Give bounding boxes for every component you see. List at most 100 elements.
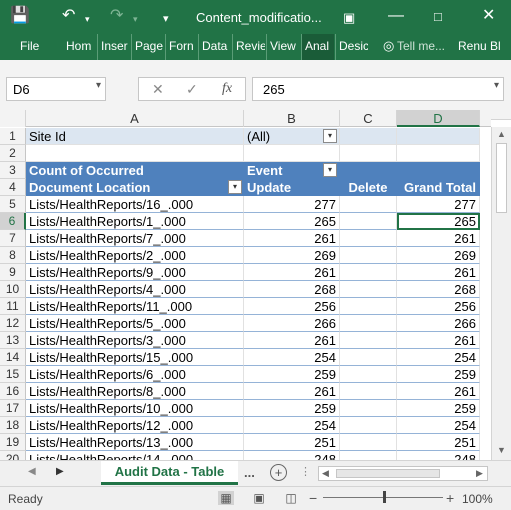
cell-c3[interactable]: [340, 162, 397, 179]
minimize-icon[interactable]: —: [388, 6, 404, 26]
scroll-down-icon[interactable]: ▼: [497, 445, 506, 455]
undo-dropdown-icon[interactable]: ▾: [85, 9, 90, 29]
row-header[interactable]: 4: [0, 179, 26, 196]
select-all-corner[interactable]: [0, 110, 26, 127]
insert-function-icon[interactable]: fx: [222, 81, 232, 97]
row-header[interactable]: 19: [0, 434, 26, 451]
cell-d19[interactable]: 251: [397, 434, 480, 451]
cell-c16[interactable]: [340, 383, 397, 400]
cell-d5[interactable]: 277: [397, 196, 480, 213]
cell-d10[interactable]: 268: [397, 281, 480, 298]
tab-analyze[interactable]: Anal: [301, 34, 334, 60]
row-header[interactable]: 11: [0, 298, 26, 315]
cell-d13[interactable]: 261: [397, 332, 480, 349]
cell-d7[interactable]: 261: [397, 230, 480, 247]
cell-d1[interactable]: [397, 128, 480, 145]
column-header-d[interactable]: D: [397, 110, 480, 127]
column-header-b[interactable]: B: [244, 110, 340, 127]
cell-c9[interactable]: [340, 264, 397, 281]
expand-formula-icon[interactable]: ▾: [494, 80, 499, 91]
row-header[interactable]: 14: [0, 349, 26, 366]
cell-a14[interactable]: Lists/HealthReports/15_.000: [26, 349, 244, 366]
cell-a8[interactable]: Lists/HealthReports/2_.000: [26, 247, 244, 264]
cell-d17[interactable]: 259: [397, 400, 480, 417]
cell-a12[interactable]: Lists/HealthReports/5_.000: [26, 315, 244, 332]
cell-d8[interactable]: 269: [397, 247, 480, 264]
cell-b15[interactable]: 259: [244, 366, 340, 383]
row-header[interactable]: 12: [0, 315, 26, 332]
cell-a3[interactable]: Count of Occurred: [26, 162, 244, 179]
more-sheets-button[interactable]: ...: [244, 465, 255, 480]
cell-d2[interactable]: [397, 145, 480, 162]
cell-c7[interactable]: [340, 230, 397, 247]
tab-home[interactable]: Hom: [63, 34, 94, 60]
cell-d11[interactable]: 256: [397, 298, 480, 315]
row-header[interactable]: 2: [0, 145, 26, 162]
tell-me-search[interactable]: Tell me...: [394, 34, 450, 60]
row-header[interactable]: 16: [0, 383, 26, 400]
cell-a20[interactable]: Lists/HealthReports/14_.000: [26, 451, 244, 460]
vertical-scrollbar[interactable]: ▲ ▼: [491, 127, 511, 460]
cancel-icon[interactable]: ✕: [152, 81, 164, 98]
row-header[interactable]: 13: [0, 332, 26, 349]
cell-b12[interactable]: 266: [244, 315, 340, 332]
page-layout-view-icon[interactable]: ▣: [251, 491, 267, 505]
cell-b14[interactable]: 254: [244, 349, 340, 366]
cell-a18[interactable]: Lists/HealthReports/12_.000: [26, 417, 244, 434]
tab-page-layout[interactable]: Page: [131, 34, 164, 60]
zoom-out-button[interactable]: −: [309, 490, 317, 506]
zoom-in-button[interactable]: +: [446, 490, 454, 506]
cell-a13[interactable]: Lists/HealthReports/3_.000: [26, 332, 244, 349]
cell-c6[interactable]: [340, 213, 397, 230]
sheet-tab-audit-data[interactable]: Audit Data - Table: [101, 461, 238, 485]
cell-c2[interactable]: [340, 145, 397, 162]
cell-c18[interactable]: [340, 417, 397, 434]
cell-c17[interactable]: [340, 400, 397, 417]
tab-insert[interactable]: Inser: [97, 34, 130, 60]
tab-review[interactable]: Revie: [232, 34, 265, 60]
site-id-filter-dropdown[interactable]: ▾: [323, 129, 337, 143]
cell-d9[interactable]: 261: [397, 264, 480, 281]
scroll-up-icon[interactable]: ▲: [497, 129, 506, 139]
row-header[interactable]: 18: [0, 417, 26, 434]
sheet-next-icon[interactable]: ▶: [56, 466, 64, 477]
page-break-view-icon[interactable]: ◫: [283, 491, 299, 505]
row-header[interactable]: 10: [0, 281, 26, 298]
zoom-slider-thumb[interactable]: [383, 491, 386, 503]
row-header[interactable]: 5: [0, 196, 26, 213]
scroll-right-icon[interactable]: ▶: [476, 468, 483, 479]
cell-d12[interactable]: 266: [397, 315, 480, 332]
cell-d20[interactable]: 248: [397, 451, 480, 460]
cell-a10[interactable]: Lists/HealthReports/4_.000: [26, 281, 244, 298]
cell-c1[interactable]: [340, 128, 397, 145]
cell-b17[interactable]: 259: [244, 400, 340, 417]
cell-b7[interactable]: 261: [244, 230, 340, 247]
row-header[interactable]: 15: [0, 366, 26, 383]
cell-b6[interactable]: 265: [244, 213, 340, 230]
user-account[interactable]: Renu Bl: [455, 34, 511, 60]
cell-b9[interactable]: 261: [244, 264, 340, 281]
cell-b2[interactable]: [244, 145, 340, 162]
cell-b4[interactable]: Update: [244, 179, 340, 196]
cell-b19[interactable]: 251: [244, 434, 340, 451]
cell-a16[interactable]: Lists/HealthReports/8_.000: [26, 383, 244, 400]
cell-a15[interactable]: Lists/HealthReports/6_.000: [26, 366, 244, 383]
row-header[interactable]: 3: [0, 162, 26, 179]
row-header[interactable]: 9: [0, 264, 26, 281]
cell-c11[interactable]: [340, 298, 397, 315]
zoom-level[interactable]: 100%: [462, 492, 493, 506]
horizontal-scrollbar[interactable]: ◀ ▶: [318, 466, 488, 481]
close-icon[interactable]: ✕: [482, 6, 495, 26]
cell-c14[interactable]: [340, 349, 397, 366]
cell-b10[interactable]: 268: [244, 281, 340, 298]
sheet-prev-icon[interactable]: ◀: [28, 466, 36, 477]
row-header[interactable]: 1: [0, 128, 26, 145]
cell-b16[interactable]: 261: [244, 383, 340, 400]
row-header[interactable]: 6: [0, 213, 26, 230]
save-icon[interactable]: 💾: [10, 6, 30, 26]
cell-d3[interactable]: [397, 162, 480, 179]
ribbon-display-icon[interactable]: ▣: [343, 8, 355, 28]
cell-a6[interactable]: Lists/HealthReports/1_.000: [26, 213, 244, 230]
cell-c5[interactable]: [340, 196, 397, 213]
cell-c20[interactable]: [340, 451, 397, 460]
